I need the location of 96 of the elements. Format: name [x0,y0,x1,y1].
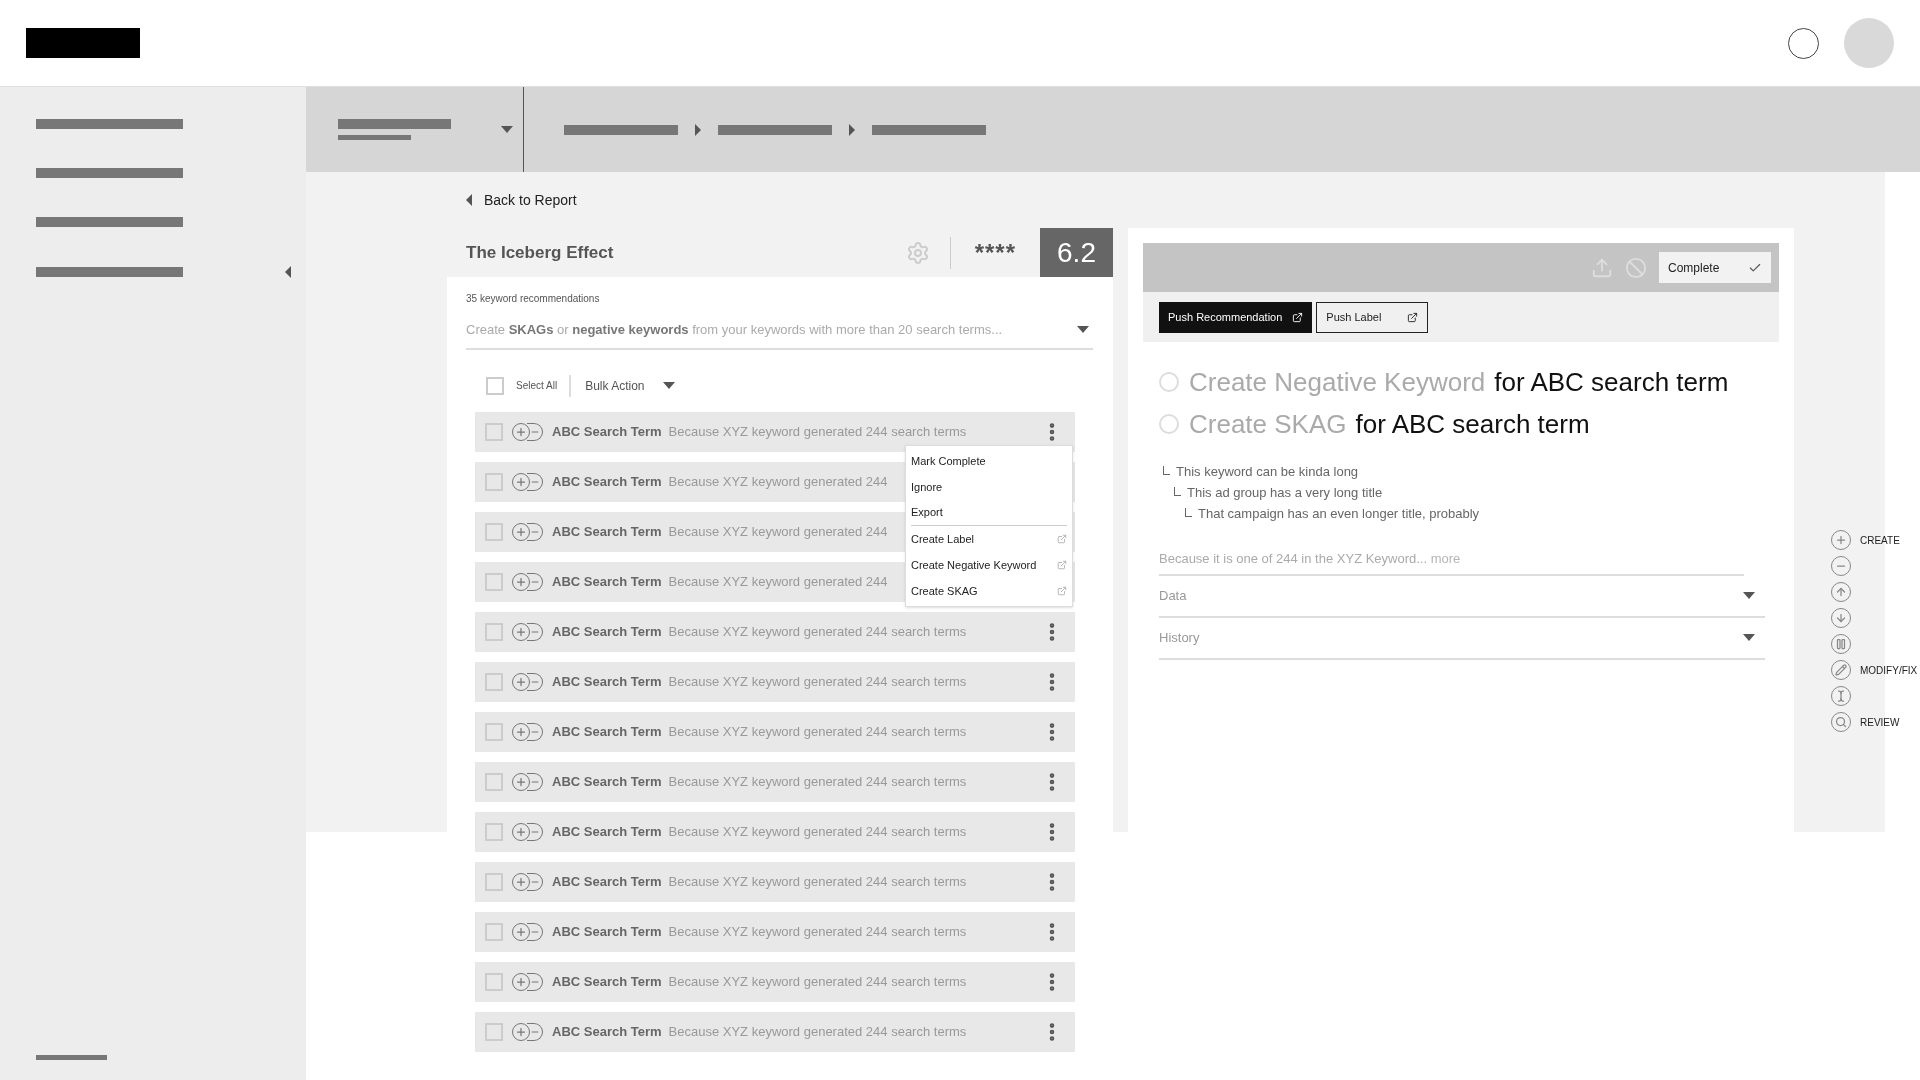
hierarchy-text: This keyword can be kinda long [1176,462,1359,481]
external-link-icon [1407,311,1419,323]
score-badge: 6.2 [1040,228,1113,277]
recommendation-row[interactable]: ABC Search Term Because XYZ keyword generated 244 search terms [475,861,1075,902]
search-term: ABC Search Term [552,622,662,641]
checkbox[interactable] [485,672,503,691]
checkbox[interactable] [485,772,503,791]
radio-button[interactable] [1159,414,1179,434]
section-dropdown[interactable]: History [1159,617,1765,660]
search-term: ABC Search Term [552,972,662,991]
checkbox[interactable] [485,572,503,591]
checkbox[interactable] [485,922,503,941]
corner-icon [1174,486,1181,496]
search-term: ABC Search Term [552,872,662,891]
reason-text: Because XYZ keyword generated 244 search terms [668,972,967,991]
external-link-icon [1057,586,1067,596]
reason-text: Because XYZ keyword generated 244 [668,522,888,541]
search-term: ABC Search Term [552,572,662,591]
back-icon [466,194,472,206]
recommendation-row[interactable]: ABC Search Term Because XYZ keyword generated 244 search terms [475,661,1075,702]
checkbox[interactable] [485,872,503,891]
push-recommendation-button[interactable]: Push Recommendation [1159,301,1313,333]
search-term: ABC Search Term [552,522,662,541]
reason-text: Because XYZ keyword generated 244 search terms [668,772,967,791]
reason-text: Because XYZ keyword generated 244 search terms [668,422,967,441]
search-term: ABC Search Term [552,422,662,441]
external-link-icon [1057,560,1067,570]
search-term: ABC Search Term [552,672,662,691]
search-term: ABC Search Term [552,722,662,741]
checkbox[interactable] [485,822,503,841]
report-title: The Iceberg Effect [465,241,615,264]
menu-item[interactable]: Export [911,500,1067,526]
reason-text: Because XYZ keyword generated 244 [668,472,888,491]
checkbox[interactable] [485,472,503,491]
reason-text: Because XYZ keyword generated 244 search terms [668,822,967,841]
recommendation-row[interactable]: ABC Search Term Because XYZ keyword generated 244 search terms [475,761,1075,802]
search-term: ABC Search Term [552,922,662,941]
option-target: for ABC search term [1355,407,1590,441]
reason-text: Because XYZ keyword generated 244 search terms [668,622,967,641]
rail-label: CREATE [1860,533,1900,548]
recommendation-row[interactable]: ABC Search Term Because XYZ keyword generated 244 search terms [475,611,1075,652]
menu-item[interactable]: Ignore [911,474,1067,500]
caret-icon [1743,634,1755,641]
checkbox[interactable] [485,722,503,741]
corner-icon [1163,465,1170,475]
placeholder-bar [36,1055,107,1060]
filter-dropdown[interactable]: Create SKAGs or negative keywords from your keywords with more than 20 search terms... [466,320,1093,350]
section-dropdown[interactable]: Data [1159,575,1765,618]
search-term: ABC Search Term [552,822,662,841]
recommendation-row[interactable]: ABC Search Term Because XYZ keyword generated 244 search terms [475,811,1075,852]
reason-text: Because XYZ keyword generated 244 search terms [668,1022,967,1041]
menu-item[interactable]: Create Label [911,526,1067,552]
description-text: Because it is one of 244 in the XYZ Keyword... [1159,551,1428,566]
recommendation-row[interactable]: ABC Search Term Because XYZ keyword generated 244 search terms [475,911,1075,952]
recommendation-row[interactable]: ABC Search Term Because XYZ keyword generated 244 search terms [475,711,1075,752]
checkbox[interactable] [485,522,503,541]
hierarchy-text: That campaign has an even longer title, probably [1198,504,1480,523]
external-link-icon [1057,534,1067,544]
push-label-button[interactable]: Push Label [1316,301,1429,333]
reason-text: Because XYZ keyword generated 244 search terms [668,672,967,691]
caret-icon [1077,326,1089,334]
reason-text: Because XYZ keyword generated 244 search terms [668,722,967,741]
recommendation-row[interactable]: ABC Search Term Because XYZ keyword generated 244 search terms [475,1011,1075,1052]
rail-label: REVIEW [1860,715,1900,730]
reason-text: Because XYZ keyword generated 244 search terms [668,872,967,891]
bulk-action-dropdown[interactable]: Bulk Action [585,376,675,395]
radio-button[interactable] [1159,372,1179,392]
recommendation-count: 35 keyword recommendations [466,292,601,306]
checkbox[interactable] [485,972,503,991]
complete-button[interactable]: Complete [1659,252,1771,283]
recommendation-row[interactable]: ABC Search Term Because XYZ keyword generated 244 search terms [475,411,1075,452]
reason-text: Because XYZ keyword generated 244 search terms [668,922,967,941]
corner-icon [1185,507,1192,517]
option-target: for ABC search term [1494,365,1729,399]
back-link[interactable]: Back to Report [447,172,1113,228]
recommendation-row[interactable]: ABC Search Term Because XYZ keyword generated 244 search terms [475,961,1075,1002]
checkbox[interactable] [485,1022,503,1041]
external-link-icon [1292,311,1304,323]
chevron-icon [849,123,855,136]
search-term: ABC Search Term [552,772,662,791]
caret-icon [501,126,513,133]
select-all-label: Select All [516,374,572,397]
checkbox[interactable] [485,622,503,641]
search-term: ABC Search Term [552,472,662,491]
search-term: ABC Search Term [552,1022,662,1041]
checkbox[interactable] [485,422,503,441]
checkbox[interactable] [486,376,504,395]
chevron-icon [695,123,701,136]
rail-label: MODIFY/FIX [1860,663,1918,678]
collapse-icon[interactable] [285,266,291,278]
rating-stars: **** [974,237,1016,268]
menu-item[interactable]: Create SKAG [911,578,1067,604]
hierarchy-text: This ad group has a very long title [1187,483,1383,502]
caret-icon [662,382,675,389]
reason-text: Because XYZ keyword generated 244 [668,572,888,591]
caret-icon [1743,592,1755,599]
